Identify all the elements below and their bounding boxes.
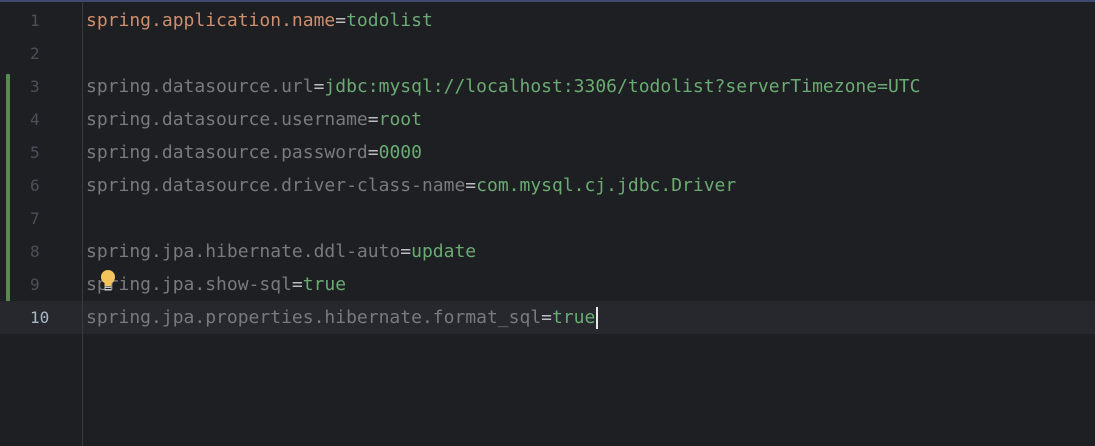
line-number: 5 xyxy=(30,143,40,162)
line-number: 6 xyxy=(30,176,40,195)
property-value: com.mysql.cj.jdbc.Driver xyxy=(476,175,737,196)
code-line-1[interactable]: spring.application.name=todolist xyxy=(83,4,1095,37)
property-value: 0000 xyxy=(378,142,422,163)
code-line-7[interactable] xyxy=(83,202,1095,235)
gutter-line-6[interactable]: 6 xyxy=(0,169,82,202)
code-line-3[interactable]: spring.datasource.url=jdbc:mysql://local… xyxy=(83,70,1095,103)
line-number: 1 xyxy=(30,11,40,30)
code-line-10[interactable]: spring.jpa.properties.hibernate.format_s… xyxy=(83,301,1095,334)
property-value: jdbc:mysql://localhost:3306/todolist?ser… xyxy=(324,76,921,97)
line-number: 3 xyxy=(30,77,40,96)
code-line-5[interactable]: spring.datasource.password=0000 xyxy=(83,136,1095,169)
line-number-gutter[interactable]: 1 2 3 4 5 6 7 8 9 10 xyxy=(0,2,83,446)
property-key: spring.application.name xyxy=(86,10,336,31)
property-value: true xyxy=(302,274,347,295)
property-value: root xyxy=(378,109,422,130)
equals-sign: = xyxy=(291,274,303,295)
equals-sign: = xyxy=(465,175,477,196)
code-line-2[interactable] xyxy=(83,37,1095,70)
line-number: 8 xyxy=(30,242,40,261)
code-line-8[interactable]: spring.jpa.hibernate.ddl-auto=update xyxy=(83,235,1095,268)
property-key: spring.jpa.properties.hibernate.format_s… xyxy=(86,307,542,328)
gutter-line-1[interactable]: 1 xyxy=(0,4,82,37)
gutter-line-10[interactable]: 10 xyxy=(0,301,82,334)
gutter-line-3[interactable]: 3 xyxy=(0,70,82,103)
equals-sign: = xyxy=(367,142,379,163)
equals-sign: = xyxy=(313,76,325,97)
code-editor[interactable]: spring.application.name=todolist spring.… xyxy=(83,2,1095,446)
line-number: 2 xyxy=(30,44,40,63)
property-value: true xyxy=(552,307,596,328)
property-key: spring.datasource.password xyxy=(86,142,368,163)
gutter-line-7[interactable]: 7 xyxy=(0,202,82,235)
equals-sign: = xyxy=(367,109,379,130)
property-value: todolist xyxy=(346,10,433,31)
line-number: 9 xyxy=(30,275,40,294)
property-key: spring.jpa.hibernate.ddl-auto xyxy=(86,241,401,262)
property-key: spring.datasource.url xyxy=(86,76,314,97)
gutter-line-8[interactable]: 8 xyxy=(0,235,82,268)
line-number: 10 xyxy=(30,308,50,327)
text-caret xyxy=(596,307,599,329)
equals-sign: = xyxy=(335,10,347,31)
code-line-4[interactable]: spring.datasource.username=root xyxy=(83,103,1095,136)
gutter-line-2[interactable]: 2 xyxy=(0,37,82,70)
property-value: update xyxy=(411,241,477,262)
gutter-line-9[interactable]: 9 xyxy=(0,268,82,301)
equals-sign: = xyxy=(400,241,412,262)
code-line-9[interactable]: spring.jpa.show-sql=true xyxy=(83,268,1095,301)
property-key: spring.datasource.driver-class-name xyxy=(86,175,466,196)
line-number: 7 xyxy=(30,209,40,228)
property-key: spring.datasource.username xyxy=(86,109,368,130)
gutter-line-5[interactable]: 5 xyxy=(0,136,82,169)
gutter-line-4[interactable]: 4 xyxy=(0,103,82,136)
code-line-6[interactable]: spring.datasource.driver-class-name=com.… xyxy=(83,169,1095,202)
lightbulb-icon[interactable] xyxy=(99,269,117,293)
line-number: 4 xyxy=(30,110,40,129)
equals-sign: = xyxy=(541,307,552,328)
